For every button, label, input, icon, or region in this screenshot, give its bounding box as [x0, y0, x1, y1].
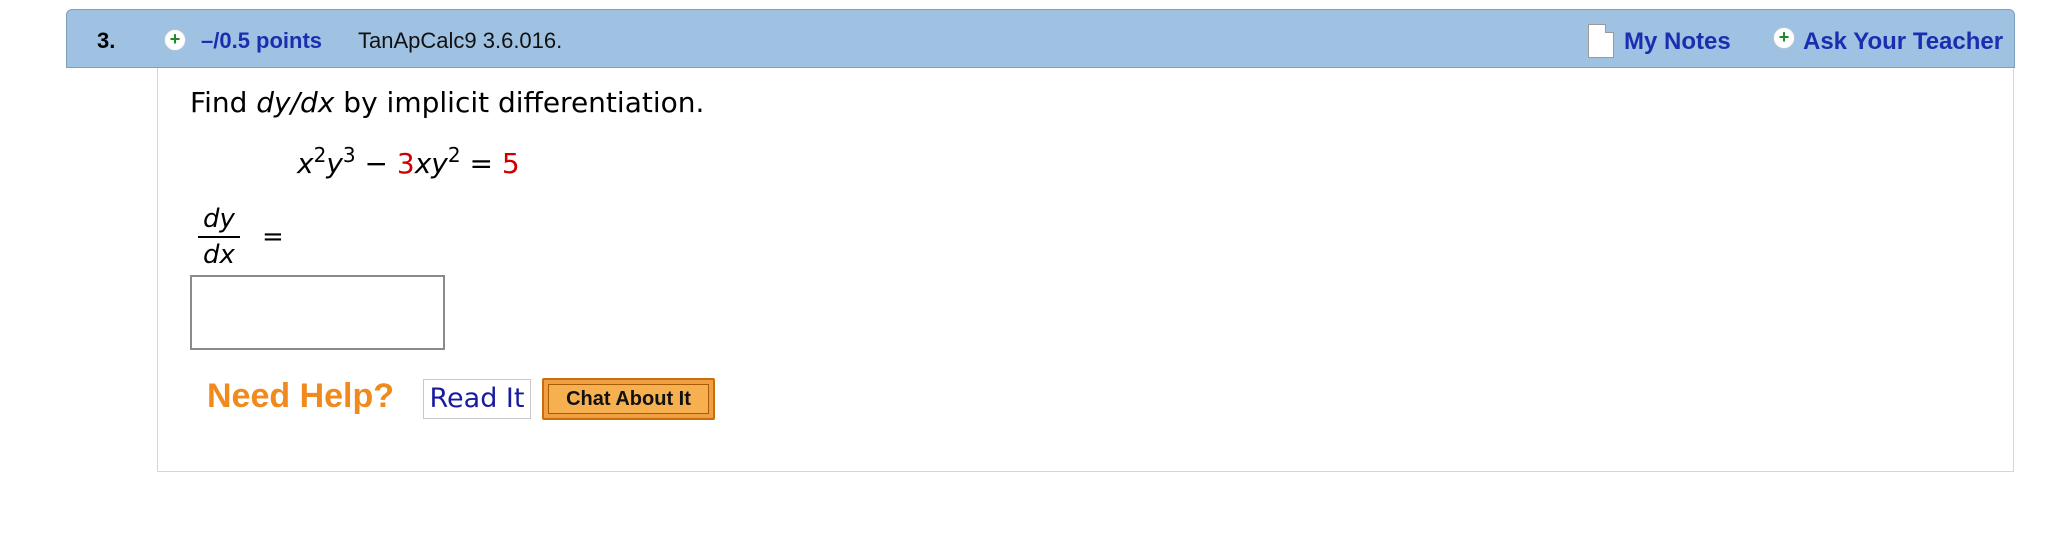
eq-y: y	[326, 147, 343, 180]
expand-plus-icon[interactable]: +	[164, 29, 186, 51]
read-it-button[interactable]: Read It	[423, 379, 531, 419]
question-prompt: Find dy/dx by implicit differentiation.	[190, 86, 704, 119]
eq-xy: xy	[414, 147, 448, 180]
points-link[interactable]: –/0.5 points	[201, 28, 322, 54]
given-equation: x2y3 − 3xy2 = 5	[297, 143, 520, 180]
question-number: 3.	[97, 28, 116, 53]
fraction-denominator: dx	[203, 240, 235, 270]
note-page-icon[interactable]	[1588, 24, 1614, 58]
my-notes-link[interactable]: My Notes	[1624, 28, 1731, 56]
eq-x: x	[297, 147, 314, 180]
eq-minus: −	[355, 147, 397, 180]
prompt-rest-text: by implicit differentiation.	[334, 86, 705, 119]
question-id: TanApCalc9 3.6.016.	[358, 28, 563, 53]
answer-input-box[interactable]	[190, 275, 445, 350]
ask-your-teacher-link[interactable]: Ask Your Teacher	[1803, 28, 2003, 56]
ask-teacher-plus-icon[interactable]: +	[1773, 27, 1795, 49]
chat-about-it-label: Chat About It	[548, 384, 709, 414]
prompt-find-text: Find	[190, 86, 257, 119]
eq-rhs: 5	[501, 147, 520, 180]
need-help-label: Need Help?	[207, 377, 395, 415]
dy-dx-fraction: dy dx	[198, 204, 240, 270]
prompt-dydx: dy/dx	[256, 86, 335, 119]
answer-equals-sign: =	[262, 222, 284, 252]
question-header: 3. + –/0.5 points TanApCalc9 3.6.016. My…	[66, 9, 2015, 68]
eq-exp1: 2	[313, 143, 327, 167]
eq-exp3: 2	[447, 143, 461, 167]
eq-coefficient: 3	[396, 147, 415, 180]
fraction-numerator: dy	[198, 204, 240, 238]
chat-about-it-button[interactable]: Chat About It	[542, 378, 715, 420]
eq-equals: =	[460, 147, 502, 180]
eq-exp2: 3	[342, 143, 356, 167]
